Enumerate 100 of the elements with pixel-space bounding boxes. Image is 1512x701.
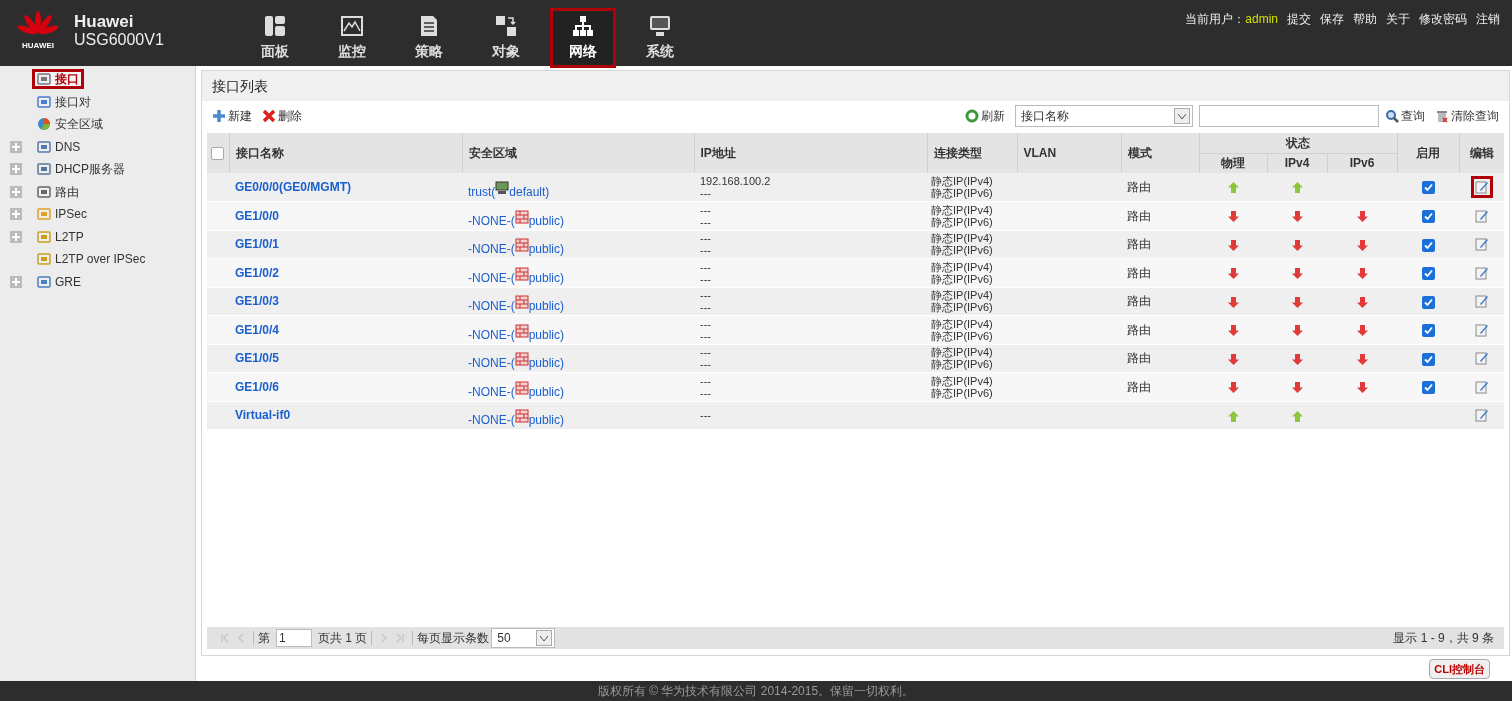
expand-icon[interactable] [10,163,22,176]
interface-link[interactable]: GE1/0/5 [235,351,280,366]
interface-link[interactable]: GE1/0/3 [235,294,280,309]
sidebar-item[interactable]: L2TP over IPSec [32,249,151,270]
ip-address-text: --- [700,358,712,371]
page-input[interactable]: 1 [276,629,312,647]
mode-text: 路由 [1127,322,1151,337]
nav-tab[interactable]: 监控 [319,8,385,68]
interface-link[interactable]: GE1/0/6 [235,379,280,394]
interface-link[interactable]: GE1/0/2 [235,265,280,280]
checkbox[interactable] [1421,238,1435,252]
search-button[interactable]: 查询 [1385,107,1425,125]
expand-icon[interactable] [10,185,22,198]
edit-icon [1474,322,1489,337]
ip-address-text: --- [700,272,712,285]
zone-link[interactable]: -NONE-( public) [468,295,565,314]
zone-link[interactable]: -NONE-( public) [468,266,565,285]
mode-text: 路由 [1127,237,1151,252]
sidebar-item[interactable]: 路由 [32,181,84,202]
interface-link[interactable]: GE0/0/0(GE0/MGMT) [235,180,352,194]
interface-link[interactable]: Virtual-if0 [235,408,291,423]
zone-link[interactable]: -NONE-( public) [468,352,565,371]
ip-address-text: --- [700,187,712,199]
sidebar-item[interactable]: 安全区域 [32,114,108,135]
interface-link[interactable]: GE1/0/1 [235,237,280,252]
checkbox[interactable] [1421,352,1435,366]
expand-icon[interactable] [10,208,22,221]
refresh-icon [965,109,979,123]
header-link[interactable]: 帮助 [1353,10,1377,28]
expand-icon[interactable] [10,275,22,288]
checkbox[interactable] [1421,381,1435,395]
delete-button[interactable]: 删除 [262,107,302,125]
expand-icon[interactable] [10,230,22,243]
sidebar-item[interactable]: 接口 [32,69,84,90]
nav-tab[interactable]: 网络 [550,8,616,68]
cli-console-button[interactable]: CLI控制台 [1429,659,1490,679]
nav-tab[interactable]: 策略 [396,8,462,68]
checkbox[interactable] [1421,210,1435,224]
squares-icon [494,14,518,38]
panel-title: 接口列表 [212,76,268,96]
interface-link[interactable]: GE1/0/4 [235,322,280,337]
previous-page-icon [236,633,246,643]
sidebar-item[interactable]: DHCP服务器 [32,159,130,180]
sidebar-item[interactable]: 接口对 [32,91,96,112]
nav-tab[interactable]: 对象 [473,8,539,68]
interface-link[interactable]: GE1/0/0 [235,208,280,223]
zone-link[interactable]: -NONE-( public) [468,409,565,428]
refresh-button[interactable]: 刷新 [965,107,1005,125]
checkbox[interactable] [1421,295,1435,309]
zone-link[interactable]: trust( default) [468,181,550,199]
mode-text: 路由 [1127,265,1151,280]
zone-link[interactable]: -NONE-( public) [468,380,565,399]
header-link[interactable]: 修改密码 [1419,10,1467,28]
expand-icon[interactable] [10,140,22,153]
checkbox[interactable] [1421,267,1435,281]
edit-icon [1474,237,1489,252]
connection-type-text: 静态IP(IPv4) [931,289,994,302]
connection-type-text: 静态IP(IPv6) [931,187,994,199]
ip-address-text: --- [700,289,712,302]
device-icon [37,73,51,86]
ip-address-text: --- [700,346,712,359]
monitor-icon [648,14,672,38]
edit-icon [1474,294,1489,309]
close-icon [262,109,276,123]
column-header: 编辑 [1459,133,1504,173]
zone-link[interactable]: -NONE-( public) [468,238,565,257]
device-icon [37,230,51,243]
sidebar-item[interactable]: L2TP [32,226,89,247]
search-field-select[interactable]: 接口名称 [1015,105,1193,127]
connection-type-text: 静态IP(IPv6) [931,215,994,228]
page-total-label: 页共 1 页 [318,630,368,647]
new-button[interactable]: 新建 [212,107,252,125]
connection-type-text: 静态IP(IPv6) [931,358,994,371]
last-page-icon [395,633,406,643]
next-page-icon [379,633,390,643]
sidebar-item[interactable]: DNS [32,136,86,157]
header-link[interactable]: 保存 [1320,10,1344,28]
search-input[interactable] [1199,105,1379,127]
zone-link[interactable]: -NONE-( public) [468,323,565,342]
sidebar-item[interactable]: IPSec [32,204,92,225]
header-link[interactable]: 注销 [1476,10,1500,28]
header-link[interactable]: 提交 [1287,10,1311,28]
header-checkbox[interactable] [211,147,225,161]
per-page-select[interactable]: 50 [491,628,556,648]
brick-wall-icon [514,409,529,424]
mode-text: 路由 [1127,351,1151,366]
checkbox[interactable] [1421,324,1435,338]
clear-search-button[interactable]: 清除查询 [1435,107,1499,125]
page-label: 第 [258,630,270,647]
connection-type-text: 静态IP(IPv4) [931,260,994,273]
edit-button[interactable] [1470,176,1493,198]
sidebar-item[interactable]: GRE [32,271,86,292]
zone-link[interactable]: -NONE-( public) [468,209,565,228]
brick-wall-icon [514,380,529,395]
record-summary: 显示 1 - 9，共 9 条 [1393,630,1494,647]
checkbox[interactable] [1421,181,1435,195]
nav-tab[interactable]: 面板 [242,8,308,68]
nav-tab[interactable]: 系统 [627,8,693,68]
header-link[interactable]: 关于 [1386,10,1410,28]
mode-text: 路由 [1127,294,1151,309]
